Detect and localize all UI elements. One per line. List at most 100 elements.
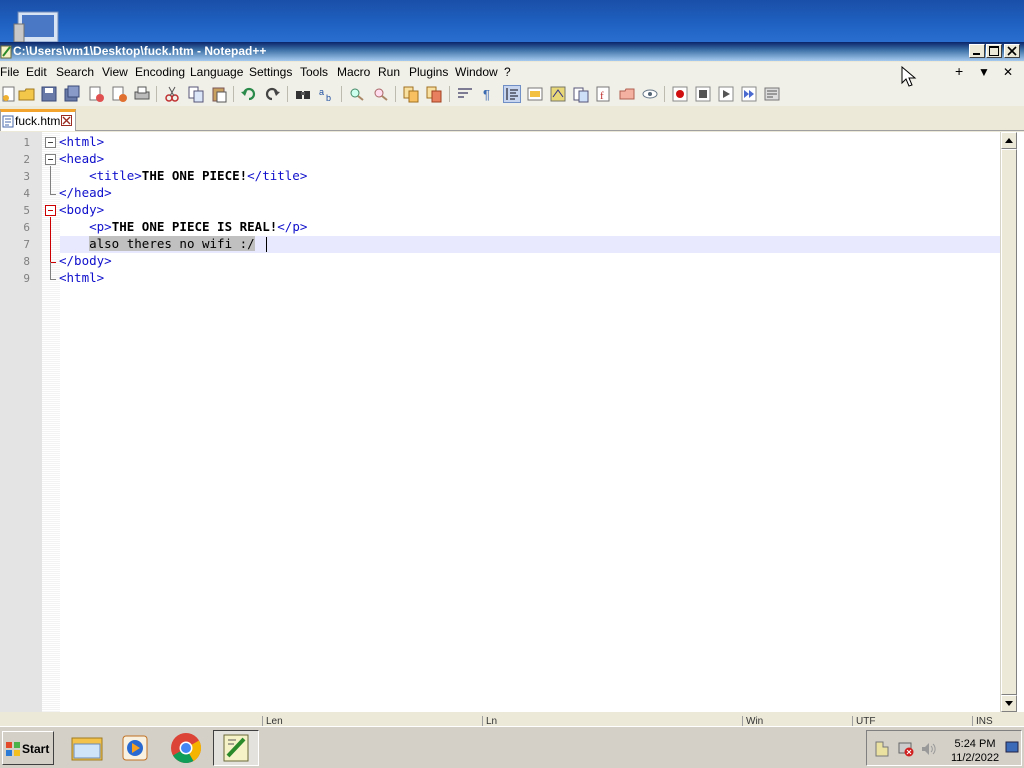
fold-head-icon[interactable]	[45, 154, 56, 165]
html-tag: <p>	[89, 219, 112, 234]
run-macro-multiple-icon[interactable]	[740, 85, 758, 103]
record-macro-icon[interactable]	[671, 85, 689, 103]
menu-encoding[interactable]: Encoding	[135, 65, 185, 79]
action-center-icon[interactable]	[873, 740, 891, 758]
menu-window[interactable]: Window	[455, 65, 498, 79]
new-file-icon[interactable]	[0, 85, 18, 103]
find-icon[interactable]	[294, 85, 312, 103]
fold-body-icon[interactable]	[45, 205, 56, 216]
maximize-button[interactable]	[986, 44, 1002, 58]
vertical-scrollbar[interactable]	[1000, 132, 1017, 712]
doc-map-icon[interactable]	[549, 85, 567, 103]
play-macro-icon[interactable]	[717, 85, 735, 103]
svg-text:¶: ¶	[483, 87, 490, 102]
minimize-icon	[973, 53, 980, 55]
fold-html-icon[interactable]	[45, 137, 56, 148]
redo-icon[interactable]	[263, 85, 281, 103]
network-error-icon[interactable]	[897, 740, 915, 758]
maximize-icon	[989, 46, 999, 56]
open-file-icon[interactable]	[18, 85, 36, 103]
menu-plugins[interactable]: Plugins	[409, 65, 448, 79]
menu-language[interactable]: Language	[190, 65, 243, 79]
close-button[interactable]	[1004, 44, 1020, 58]
function-list-icon[interactable]: f	[595, 85, 613, 103]
fold-margin[interactable]	[42, 132, 60, 712]
menu-tools[interactable]: Tools	[300, 65, 328, 79]
line-number: 4	[23, 187, 30, 200]
code-line: <html>	[59, 269, 104, 286]
menu-edit[interactable]: Edit	[26, 65, 47, 79]
html-tag: <title>	[89, 168, 142, 183]
code-line: <p>THE ONE PIECE IS REAL!</p>	[59, 218, 307, 235]
editor-area[interactable]: 123456789 <html> <head> <title>THE ONE PI…	[0, 132, 1024, 712]
close-icon	[1007, 46, 1017, 56]
save-icon[interactable]	[40, 85, 58, 103]
line-number: 6	[23, 221, 30, 234]
status-eol[interactable]: Win	[742, 716, 852, 726]
indent-guide-icon[interactable]	[503, 85, 521, 103]
menu-run[interactable]: Run	[378, 65, 400, 79]
explorer-taskbar-icon[interactable]	[64, 730, 110, 766]
code-line: </body>	[59, 252, 112, 269]
tab-fuck-htm[interactable]: fuck.htm	[0, 109, 76, 131]
save-all-icon[interactable]	[63, 85, 81, 103]
print-icon[interactable]	[133, 85, 151, 103]
zoom-in-icon[interactable]	[348, 85, 366, 103]
title-bar[interactable]: C:\Users\vm1\Desktop\fuck.htm - Notepad+…	[0, 42, 1024, 61]
clock-date: 11/2/2022	[950, 752, 1000, 764]
volume-icon[interactable]	[920, 740, 938, 758]
toolbar-separator	[341, 86, 342, 102]
menu-view[interactable]: View	[102, 65, 128, 79]
menu-file[interactable]: File	[0, 65, 19, 79]
fold-line	[50, 217, 51, 262]
start-button[interactable]: Start	[2, 731, 54, 765]
menu-settings[interactable]: Settings	[249, 65, 292, 79]
close-all-icon[interactable]	[110, 85, 128, 103]
paste-icon[interactable]	[210, 85, 228, 103]
windows-logo-icon	[6, 742, 20, 756]
media-player-taskbar-icon[interactable]	[112, 730, 158, 766]
html-tag: </p>	[277, 219, 308, 234]
menu-macro[interactable]: Macro	[337, 65, 370, 79]
replace-icon[interactable]: ab	[318, 85, 336, 103]
close-tab-button[interactable]: ✕	[1003, 65, 1013, 79]
chrome-taskbar-icon[interactable]	[163, 730, 209, 766]
text-content: THE ONE PIECE IS REAL!	[111, 219, 278, 234]
folder-workspace-icon[interactable]	[618, 85, 636, 103]
tab-list-button[interactable]: ▼	[978, 65, 990, 79]
toolbar-separator	[449, 86, 450, 102]
clock[interactable]: 5:24 PM 11/2/2022	[949, 737, 1001, 765]
cut-icon[interactable]	[163, 85, 181, 103]
sync-vertical-icon[interactable]	[402, 85, 420, 103]
zoom-out-icon[interactable]	[372, 85, 390, 103]
doc-list-icon[interactable]	[572, 85, 590, 103]
show-all-chars-icon[interactable]: ¶	[479, 85, 497, 103]
status-bar: Len Ln Win UTF INS	[0, 714, 1024, 726]
code-line: <head>	[59, 150, 104, 167]
status-position: Ln	[482, 716, 742, 726]
monitoring-icon[interactable]	[641, 85, 659, 103]
stop-macro-icon[interactable]	[694, 85, 712, 103]
close-file-icon[interactable]	[87, 85, 105, 103]
status-encoding[interactable]: UTF	[852, 716, 972, 726]
scroll-down-button[interactable]	[1001, 695, 1017, 712]
scroll-thumb[interactable]	[1001, 149, 1017, 695]
computer-icon[interactable]	[12, 10, 60, 43]
save-macro-icon[interactable]	[763, 85, 781, 103]
menu-help[interactable]: ?	[504, 65, 511, 79]
new-tab-button[interactable]: +	[955, 63, 963, 79]
notepadpp-taskbar-icon[interactable]	[213, 730, 259, 766]
minimize-button[interactable]	[969, 44, 985, 58]
copy-icon[interactable]	[187, 85, 205, 103]
tab-close-icon[interactable]	[61, 115, 72, 126]
line-number: 7	[23, 238, 30, 251]
scroll-up-button[interactable]	[1001, 132, 1017, 149]
show-desktop-icon[interactable]	[1005, 740, 1019, 756]
sync-horizontal-icon[interactable]	[425, 85, 443, 103]
word-wrap-icon[interactable]	[456, 85, 474, 103]
udl-icon[interactable]	[526, 85, 544, 103]
menu-search[interactable]: Search	[56, 65, 94, 79]
undo-icon[interactable]	[240, 85, 258, 103]
text-caret	[266, 237, 267, 252]
